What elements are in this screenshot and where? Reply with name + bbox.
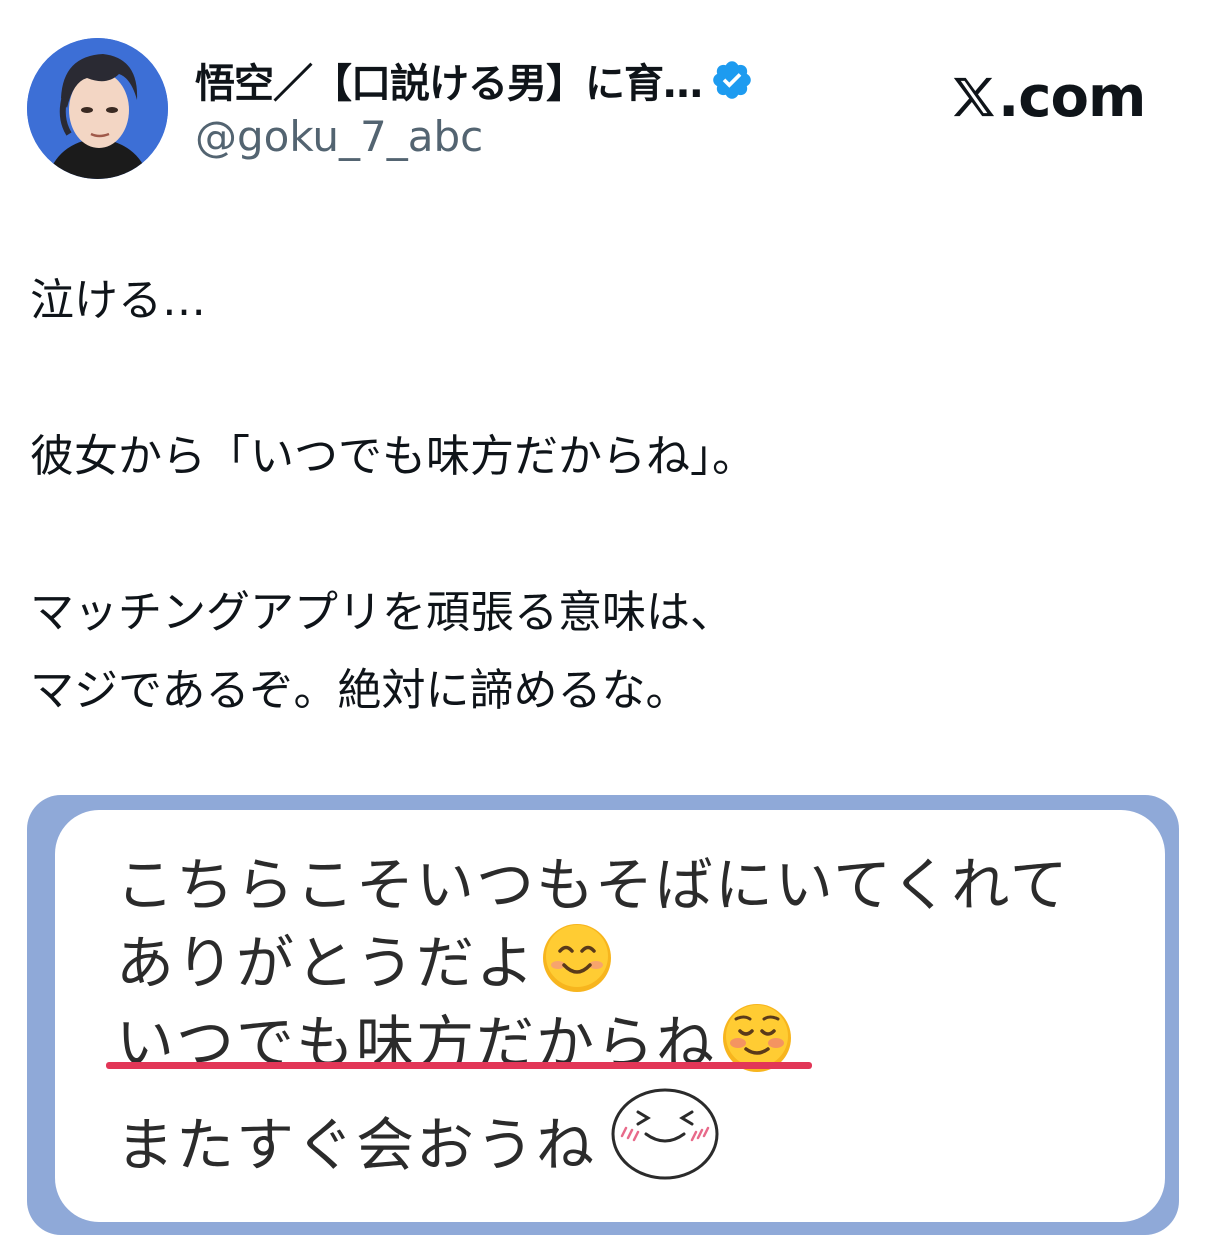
chat-message-text: こちらこそいつもそばにいてくれて bbox=[116, 851, 1070, 919]
chat-message-line: ありがとうだよ bbox=[116, 916, 614, 1000]
verified-badge-icon bbox=[713, 61, 751, 99]
x-logo-icon bbox=[953, 77, 995, 117]
tweet-text: 泣ける… 彼女から「いつでも味方だからね」。 マッチングアプリを頑張る意味は、 … bbox=[30, 262, 1170, 730]
author-handle[interactable]: @goku_7_abc bbox=[195, 112, 483, 161]
avatar-illustration bbox=[27, 38, 168, 179]
author-display-name[interactable]: 悟空／【口説ける男】に育… bbox=[195, 51, 703, 109]
avatar[interactable] bbox=[27, 38, 168, 179]
drawn-smile-face-icon bbox=[611, 1088, 719, 1180]
chat-message-line: またすぐ会おうね bbox=[116, 1098, 596, 1182]
tweet-line: 彼女から「いつでも味方だからね」。 bbox=[30, 431, 756, 482]
author-name-row: 悟空／【口説ける男】に育… bbox=[195, 52, 754, 108]
tweet-line: 泣ける… bbox=[30, 275, 206, 326]
smiling-face-emoji bbox=[543, 924, 612, 992]
brand-domain-text: .com bbox=[998, 64, 1146, 130]
highlight-underline bbox=[106, 1062, 812, 1069]
tweet-line: マジであるぞ。絶対に諦めるな。 bbox=[30, 665, 690, 716]
brand-logo: .com bbox=[950, 62, 1146, 132]
tweet-line: マッチングアプリを頑張る意味は、 bbox=[30, 587, 734, 638]
chat-message-text: ありがとうだよ bbox=[116, 929, 537, 997]
chat-message-line: こちらこそいつもそばにいてくれて bbox=[116, 838, 1070, 922]
chat-message-text: またすぐ会おうね bbox=[116, 1111, 597, 1179]
